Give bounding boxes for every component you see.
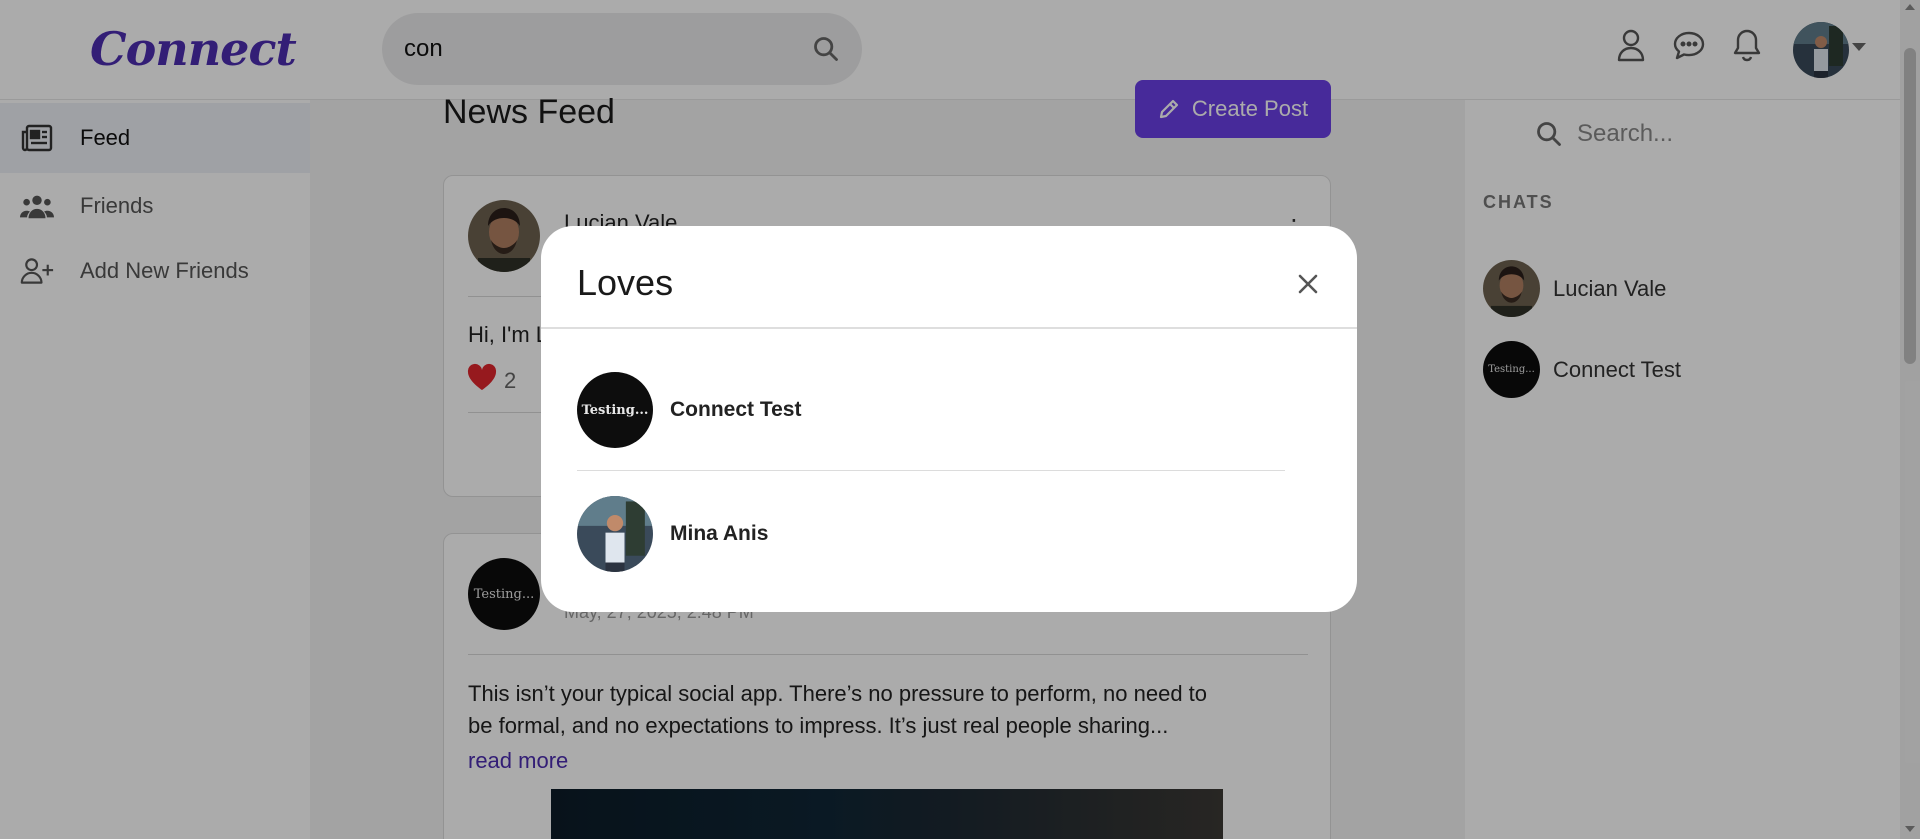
close-icon[interactable]: [1292, 268, 1324, 300]
list-item[interactable]: Testing... Connect Test: [577, 372, 1321, 448]
modal-title: Loves: [577, 262, 674, 303]
loves-modal: Loves Testing... Connect Test Mina Anis: [541, 226, 1357, 612]
divider: [541, 327, 1357, 329]
page: Connect con Feed Friends Add New Friends…: [0, 0, 1920, 839]
avatar: [577, 496, 653, 572]
list-item[interactable]: Mina Anis: [577, 496, 1321, 572]
person-name: Connect Test: [670, 398, 802, 421]
divider: [577, 470, 1285, 471]
avatar-text: Testing...: [577, 372, 653, 448]
avatar: Testing...: [577, 372, 653, 448]
person-name: Mina Anis: [670, 522, 769, 545]
